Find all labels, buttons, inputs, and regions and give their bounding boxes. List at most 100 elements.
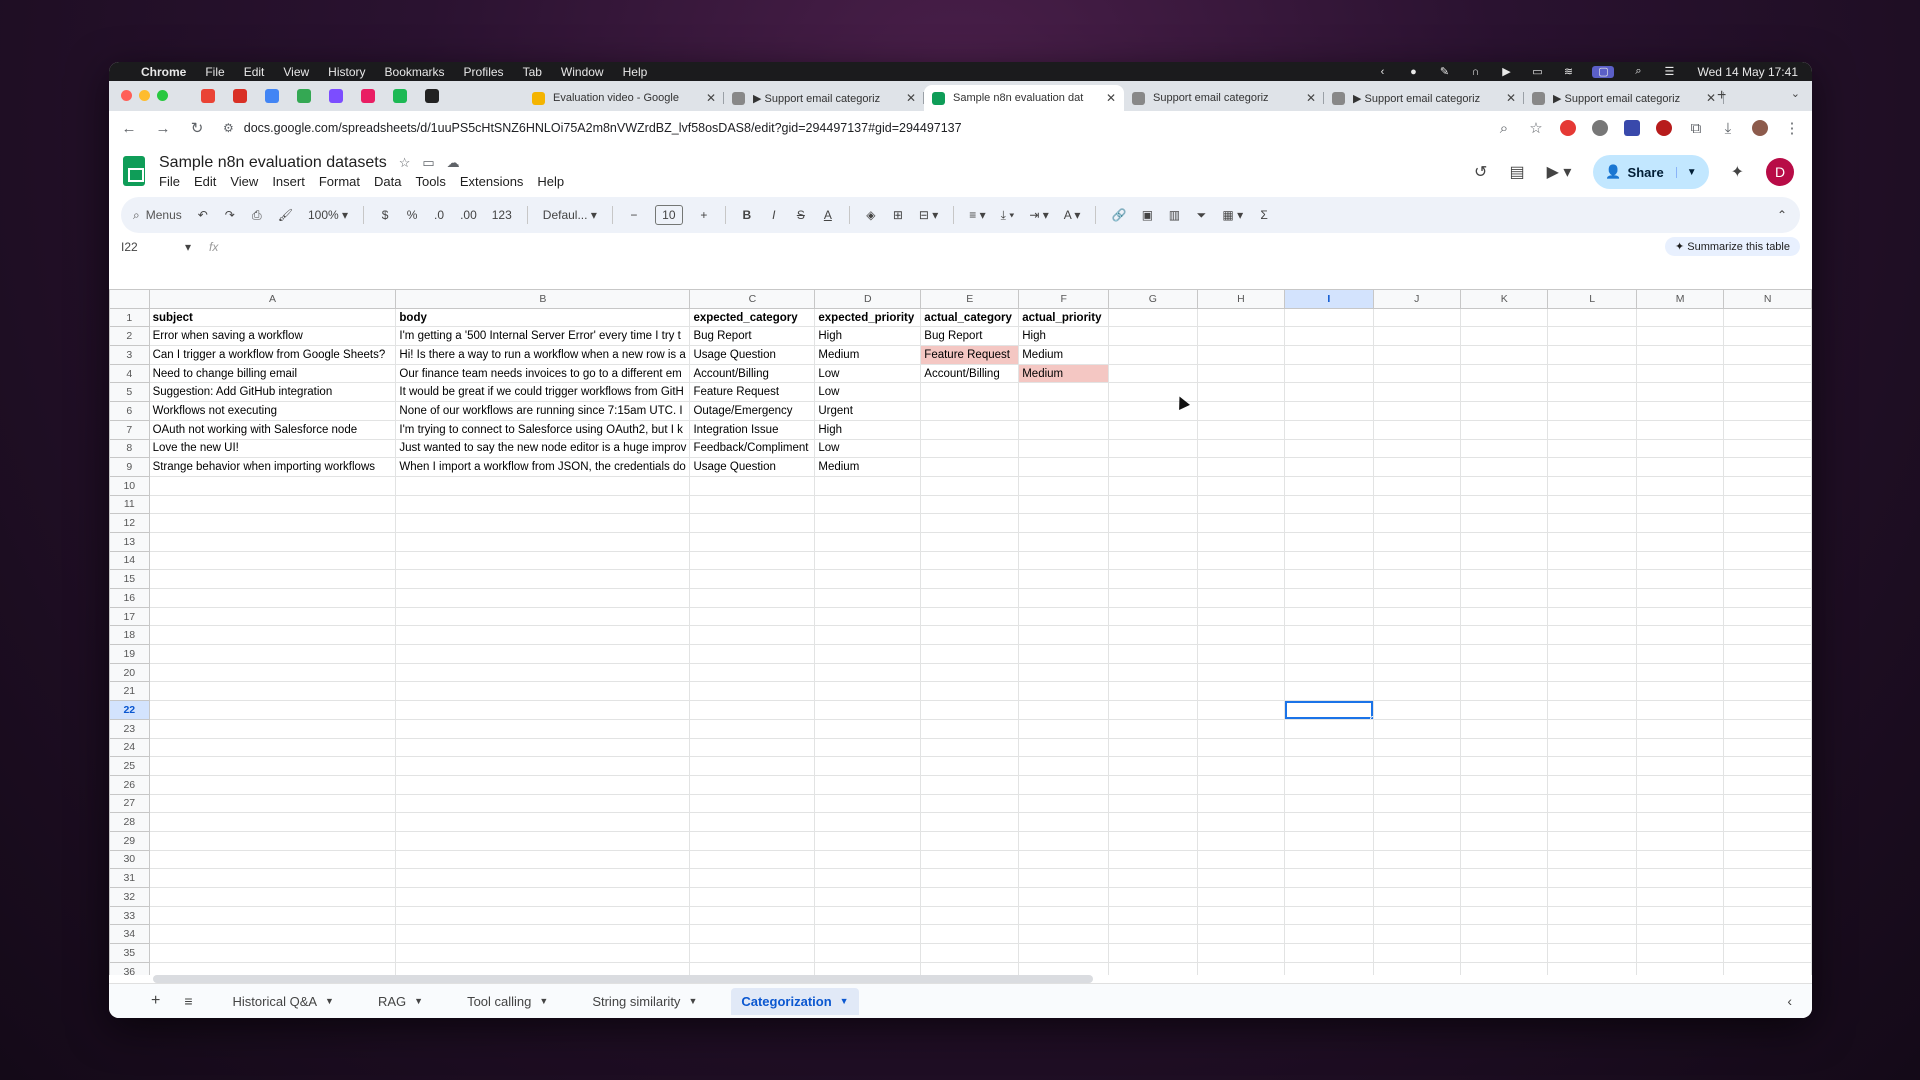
cell[interactable]: [1723, 382, 1812, 403]
extensions-puzzle-icon[interactable]: ⧉: [1688, 120, 1704, 137]
cell[interactable]: [1723, 307, 1812, 328]
column-header[interactable]: H: [1196, 289, 1286, 309]
cell[interactable]: [395, 662, 691, 683]
add-sheet-button[interactable]: +: [151, 992, 160, 1010]
cell[interactable]: [1723, 943, 1812, 963]
cell[interactable]: [1108, 718, 1198, 739]
cell[interactable]: [1459, 588, 1549, 608]
cell[interactable]: [1196, 326, 1286, 347]
tab-close-icon[interactable]: ✕: [906, 91, 916, 105]
cell[interactable]: [1284, 438, 1374, 459]
cell[interactable]: [1108, 531, 1198, 552]
cell[interactable]: [1372, 774, 1461, 795]
cell[interactable]: [1284, 625, 1374, 646]
cell[interactable]: [148, 569, 397, 589]
menu-profiles[interactable]: Profiles: [464, 65, 504, 79]
insert-chart-icon[interactable]: ▥: [1168, 208, 1180, 222]
cell[interactable]: [1459, 644, 1549, 664]
cell[interactable]: [1723, 494, 1812, 515]
selected-cell[interactable]: [1284, 700, 1374, 720]
cell[interactable]: [1723, 774, 1812, 795]
cell[interactable]: [1018, 438, 1110, 459]
tab-close-icon[interactable]: ✕: [1506, 91, 1516, 105]
column-header[interactable]: A: [148, 289, 397, 309]
cell[interactable]: [1635, 793, 1725, 814]
menu-edit[interactable]: Edit: [244, 65, 265, 79]
cell[interactable]: [148, 830, 397, 851]
cell[interactable]: [814, 737, 922, 758]
cell[interactable]: [1547, 700, 1637, 720]
row-header[interactable]: 1: [109, 307, 150, 328]
cell[interactable]: [1723, 662, 1812, 683]
cell[interactable]: [1635, 345, 1725, 365]
cell[interactable]: [1108, 550, 1198, 571]
cell[interactable]: Hi! Is there a way to run a workflow whe…: [395, 345, 691, 365]
cell[interactable]: [1284, 718, 1374, 739]
column-header[interactable]: I: [1284, 289, 1374, 309]
cell[interactable]: [1196, 345, 1286, 365]
cell[interactable]: [1459, 793, 1549, 814]
cell[interactable]: [814, 494, 922, 515]
cell[interactable]: [1108, 830, 1198, 851]
row-header[interactable]: 7: [109, 419, 150, 440]
cell[interactable]: [1108, 326, 1198, 347]
cell[interactable]: [1547, 737, 1637, 758]
cell[interactable]: actual_priority: [1018, 307, 1110, 328]
cell[interactable]: [1635, 849, 1725, 870]
cell[interactable]: [1547, 644, 1637, 664]
cell[interactable]: [1284, 924, 1374, 945]
browser-tab[interactable]: ▶ Support email categoriz ✕: [724, 85, 924, 111]
cell[interactable]: [395, 606, 691, 627]
cell[interactable]: Medium: [814, 457, 922, 477]
cell[interactable]: [1547, 718, 1637, 739]
cell[interactable]: [1372, 419, 1461, 440]
column-header[interactable]: D: [814, 289, 922, 309]
cell[interactable]: [1018, 905, 1110, 926]
all-sheets-icon[interactable]: ≡: [184, 993, 192, 1009]
cell[interactable]: [1196, 756, 1286, 776]
cell[interactable]: [1108, 438, 1198, 459]
cell[interactable]: [1547, 513, 1637, 533]
cell[interactable]: [148, 868, 397, 888]
column-header[interactable]: F: [1018, 289, 1110, 309]
cell[interactable]: [395, 475, 691, 496]
cell[interactable]: [1635, 718, 1725, 739]
cell[interactable]: [1196, 830, 1286, 851]
cell[interactable]: [1459, 905, 1549, 926]
percent-format-button[interactable]: %: [406, 208, 418, 222]
cell[interactable]: [1547, 569, 1637, 589]
pinned-tab-slack-icon[interactable]: [361, 89, 375, 103]
cell[interactable]: [1284, 849, 1374, 870]
cell[interactable]: [395, 737, 691, 758]
cell[interactable]: [1547, 887, 1637, 907]
cell[interactable]: [1635, 494, 1725, 515]
insert-link-icon[interactable]: 🔗: [1111, 208, 1126, 222]
cell[interactable]: [1723, 961, 1812, 975]
cell[interactable]: [1196, 513, 1286, 533]
cell[interactable]: [1459, 531, 1549, 552]
cell[interactable]: [1196, 438, 1286, 459]
row-header[interactable]: 4: [109, 363, 150, 384]
cell[interactable]: [689, 812, 816, 832]
extension-icon[interactable]: [1592, 120, 1608, 136]
text-wrapping-icon[interactable]: ⇥ ▾: [1029, 208, 1048, 222]
row-header[interactable]: 25: [109, 756, 150, 776]
reload-button[interactable]: ↻: [189, 119, 205, 137]
cell[interactable]: Our finance team needs invoices to go to…: [395, 363, 691, 384]
cell[interactable]: [1196, 943, 1286, 963]
cell[interactable]: [920, 494, 1020, 515]
cell[interactable]: [689, 625, 816, 646]
cell[interactable]: [1547, 457, 1637, 477]
cell[interactable]: [1635, 812, 1725, 832]
cell[interactable]: [1284, 812, 1374, 832]
cell[interactable]: Feature Request: [689, 382, 816, 403]
cell[interactable]: subject: [148, 307, 397, 328]
cell[interactable]: [1018, 531, 1110, 552]
move-folder-icon[interactable]: ▭: [422, 155, 434, 171]
zoom-icon[interactable]: ⌕: [1496, 120, 1512, 137]
decrease-decimal-button[interactable]: .0: [433, 208, 445, 222]
cell[interactable]: [1372, 718, 1461, 739]
cell[interactable]: [1723, 457, 1812, 477]
cell[interactable]: [1108, 363, 1198, 384]
cell[interactable]: [920, 830, 1020, 851]
